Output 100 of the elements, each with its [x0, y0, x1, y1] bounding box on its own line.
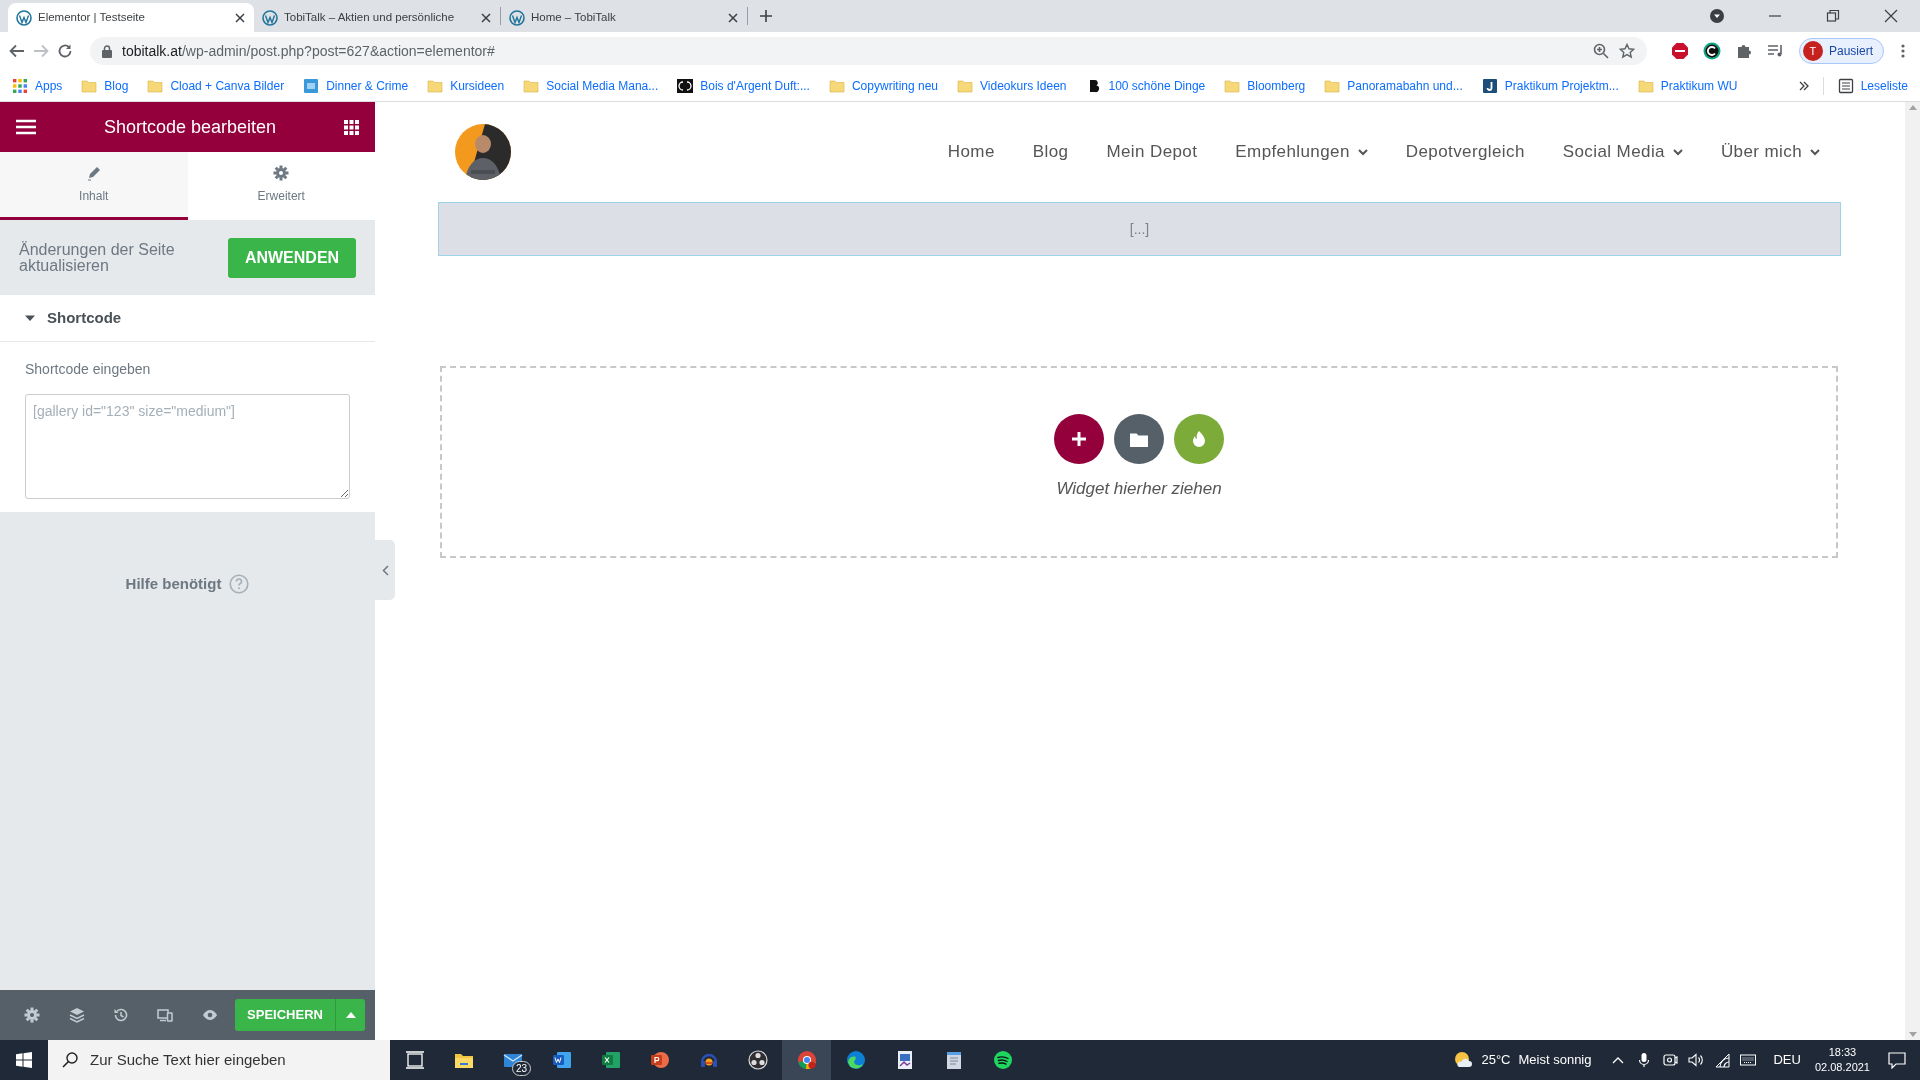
drop-hint: Widget hierher ziehen	[1056, 478, 1222, 501]
chevrons-icon[interactable]	[1798, 80, 1809, 91]
clock-time: 18:33	[1828, 1045, 1857, 1060]
keyboard-icon[interactable]	[1740, 1052, 1757, 1068]
bookmark-link[interactable]: Cload + Canva Bilder	[147, 76, 285, 95]
caret-icon	[25, 313, 35, 323]
nav-link[interactable]: Social Media	[1562, 139, 1683, 165]
notification-icon[interactable]	[1888, 1051, 1906, 1069]
chevron-down-icon	[1357, 148, 1368, 156]
save-button[interactable]: SPEICHERN	[235, 999, 336, 1031]
badge-count: 23	[511, 1061, 531, 1076]
close-icon[interactable]	[727, 11, 739, 24]
help-link[interactable]: Hilfe benötigt	[125, 572, 222, 596]
presentation-icon	[649, 1050, 670, 1070]
site-icon	[509, 9, 525, 26]
save-options-button[interactable]	[335, 999, 366, 1031]
bookmark-link[interactable]: Panoramabahn und...	[1324, 76, 1463, 95]
folder-icon	[1324, 77, 1341, 94]
shortcode-field[interactable]: [gallery id="123" size="medium"]	[25, 394, 350, 499]
nav-link[interactable]: Über mich	[1720, 139, 1820, 165]
bookmark-link[interactable]: Blog	[81, 76, 129, 95]
nav-link[interactable]: Mein Depot	[1106, 139, 1198, 165]
history-icon[interactable]	[113, 1007, 129, 1023]
site-icon	[16, 9, 32, 26]
section-title: Shortcode	[47, 307, 122, 328]
add-button[interactable]	[1054, 414, 1104, 465]
close-icon[interactable]	[234, 11, 246, 24]
search-field[interactable]: Zur Suche Text hier eingeben	[48, 1040, 390, 1080]
list-icon	[1837, 77, 1854, 94]
site-icon	[262, 9, 278, 26]
layers-icon[interactable]	[68, 1007, 85, 1023]
chevron-down-icon	[1672, 148, 1683, 156]
favicon-icon	[303, 77, 320, 94]
template-button[interactable]	[1114, 414, 1164, 465]
taskbar-app[interactable]: 23	[488, 1040, 537, 1080]
spreadsheet-icon	[600, 1050, 621, 1070]
search-icon	[62, 1052, 78, 1068]
bookmark-link[interactable]: Praktikum Projektm...	[1481, 76, 1619, 95]
gear-icon[interactable]	[24, 1007, 41, 1023]
kit-button[interactable]	[1174, 414, 1224, 465]
collapse-handle[interactable]	[375, 540, 395, 600]
weather-text: Meist sonnig	[1518, 1051, 1592, 1070]
plus-icon	[1071, 431, 1087, 448]
menu-icon[interactable]	[16, 119, 36, 135]
clock-date: 02.08.2021	[1814, 1060, 1870, 1075]
star-icon[interactable]	[1618, 43, 1635, 59]
bookmark-link[interactable]: Copywriting neu	[828, 76, 938, 95]
menu-icon[interactable]	[1900, 43, 1906, 59]
browser-icon	[796, 1050, 817, 1070]
speaker-icon[interactable]	[1688, 1052, 1705, 1068]
bookmark-link[interactable]: Praktikum WU	[1637, 76, 1738, 95]
circle-c-icon[interactable]	[1702, 42, 1721, 60]
sun-cloud-icon[interactable]	[1453, 1050, 1474, 1070]
apps-icon	[12, 77, 28, 94]
pencil-icon	[85, 164, 102, 181]
profile-button[interactable]: T Pausiert	[1798, 38, 1884, 64]
bookmark-link[interactable]: 100 schöne Dinge	[1085, 76, 1206, 95]
bookmark-link[interactable]: Apps	[12, 76, 63, 95]
bookmark-link[interactable]: Bois d'Argent Duft:...	[677, 76, 810, 95]
close-icon[interactable]	[480, 11, 492, 24]
browser-tab[interactable]: Home – TobiTalk	[501, 3, 747, 32]
favicon-icon	[677, 77, 694, 94]
nav-link[interactable]: Home	[947, 139, 995, 165]
stop-sign-icon[interactable]	[1670, 42, 1689, 60]
nav-link[interactable]: Empfehlungen	[1235, 139, 1368, 165]
browser-tab[interactable]: TobiTalk – Aktien und persönliche	[254, 3, 500, 32]
back-icon[interactable]	[8, 42, 26, 60]
apply-button[interactable]: ANWENDEN	[228, 237, 356, 278]
bookmark-link[interactable]: Bloomberg	[1224, 76, 1306, 95]
bookmark-link[interactable]: Social Media Mana...	[523, 76, 659, 95]
panel-tab[interactable]: Inhalt	[0, 152, 188, 220]
address-bar[interactable]: tobitalk.at/wp-admin/post.php?post=627&action=elementor#	[90, 37, 1647, 65]
restore-icon[interactable]	[1825, 8, 1841, 24]
wifi-icon[interactable]	[1714, 1052, 1731, 1068]
url-text: tobitalk.at/wp-admin/post.php?post=627&action=elementor#	[122, 41, 495, 61]
caret-icon	[345, 1012, 356, 1018]
windows-icon	[16, 1052, 32, 1068]
eye-icon[interactable]	[201, 1007, 218, 1023]
bookmark-link[interactable]: Kursideen	[427, 76, 505, 95]
music-icon	[992, 1050, 1013, 1070]
nav-link[interactable]: Depotvergleich	[1405, 139, 1525, 165]
language-indicator[interactable]: DEU	[1773, 1050, 1801, 1070]
field-label: Shortcode eingeben	[25, 360, 152, 379]
record-icon	[747, 1050, 768, 1070]
bookmark-link[interactable]: Dinner & Crime	[303, 76, 409, 95]
devices-icon[interactable]	[157, 1007, 174, 1023]
nav-link[interactable]: Blog	[1032, 139, 1069, 165]
folder-icon	[523, 77, 540, 94]
section-header[interactable]: Shortcode	[0, 295, 375, 342]
camera-icon[interactable]	[1662, 1052, 1679, 1068]
reload-icon[interactable]	[56, 42, 74, 60]
new-tab-icon[interactable]	[759, 9, 773, 23]
reading-list-link[interactable]: Leseliste	[1822, 76, 1908, 95]
tab-search-icon[interactable]	[1709, 8, 1725, 24]
grid-icon[interactable]	[344, 119, 359, 135]
browser-tab[interactable]: Elementor | Testseite	[8, 3, 254, 32]
chevron-left-icon	[381, 564, 389, 576]
zoom-icon[interactable]	[1592, 43, 1609, 59]
bookmark-link[interactable]: Videokurs Ideen	[957, 76, 1067, 95]
close-icon[interactable]	[1883, 8, 1899, 24]
